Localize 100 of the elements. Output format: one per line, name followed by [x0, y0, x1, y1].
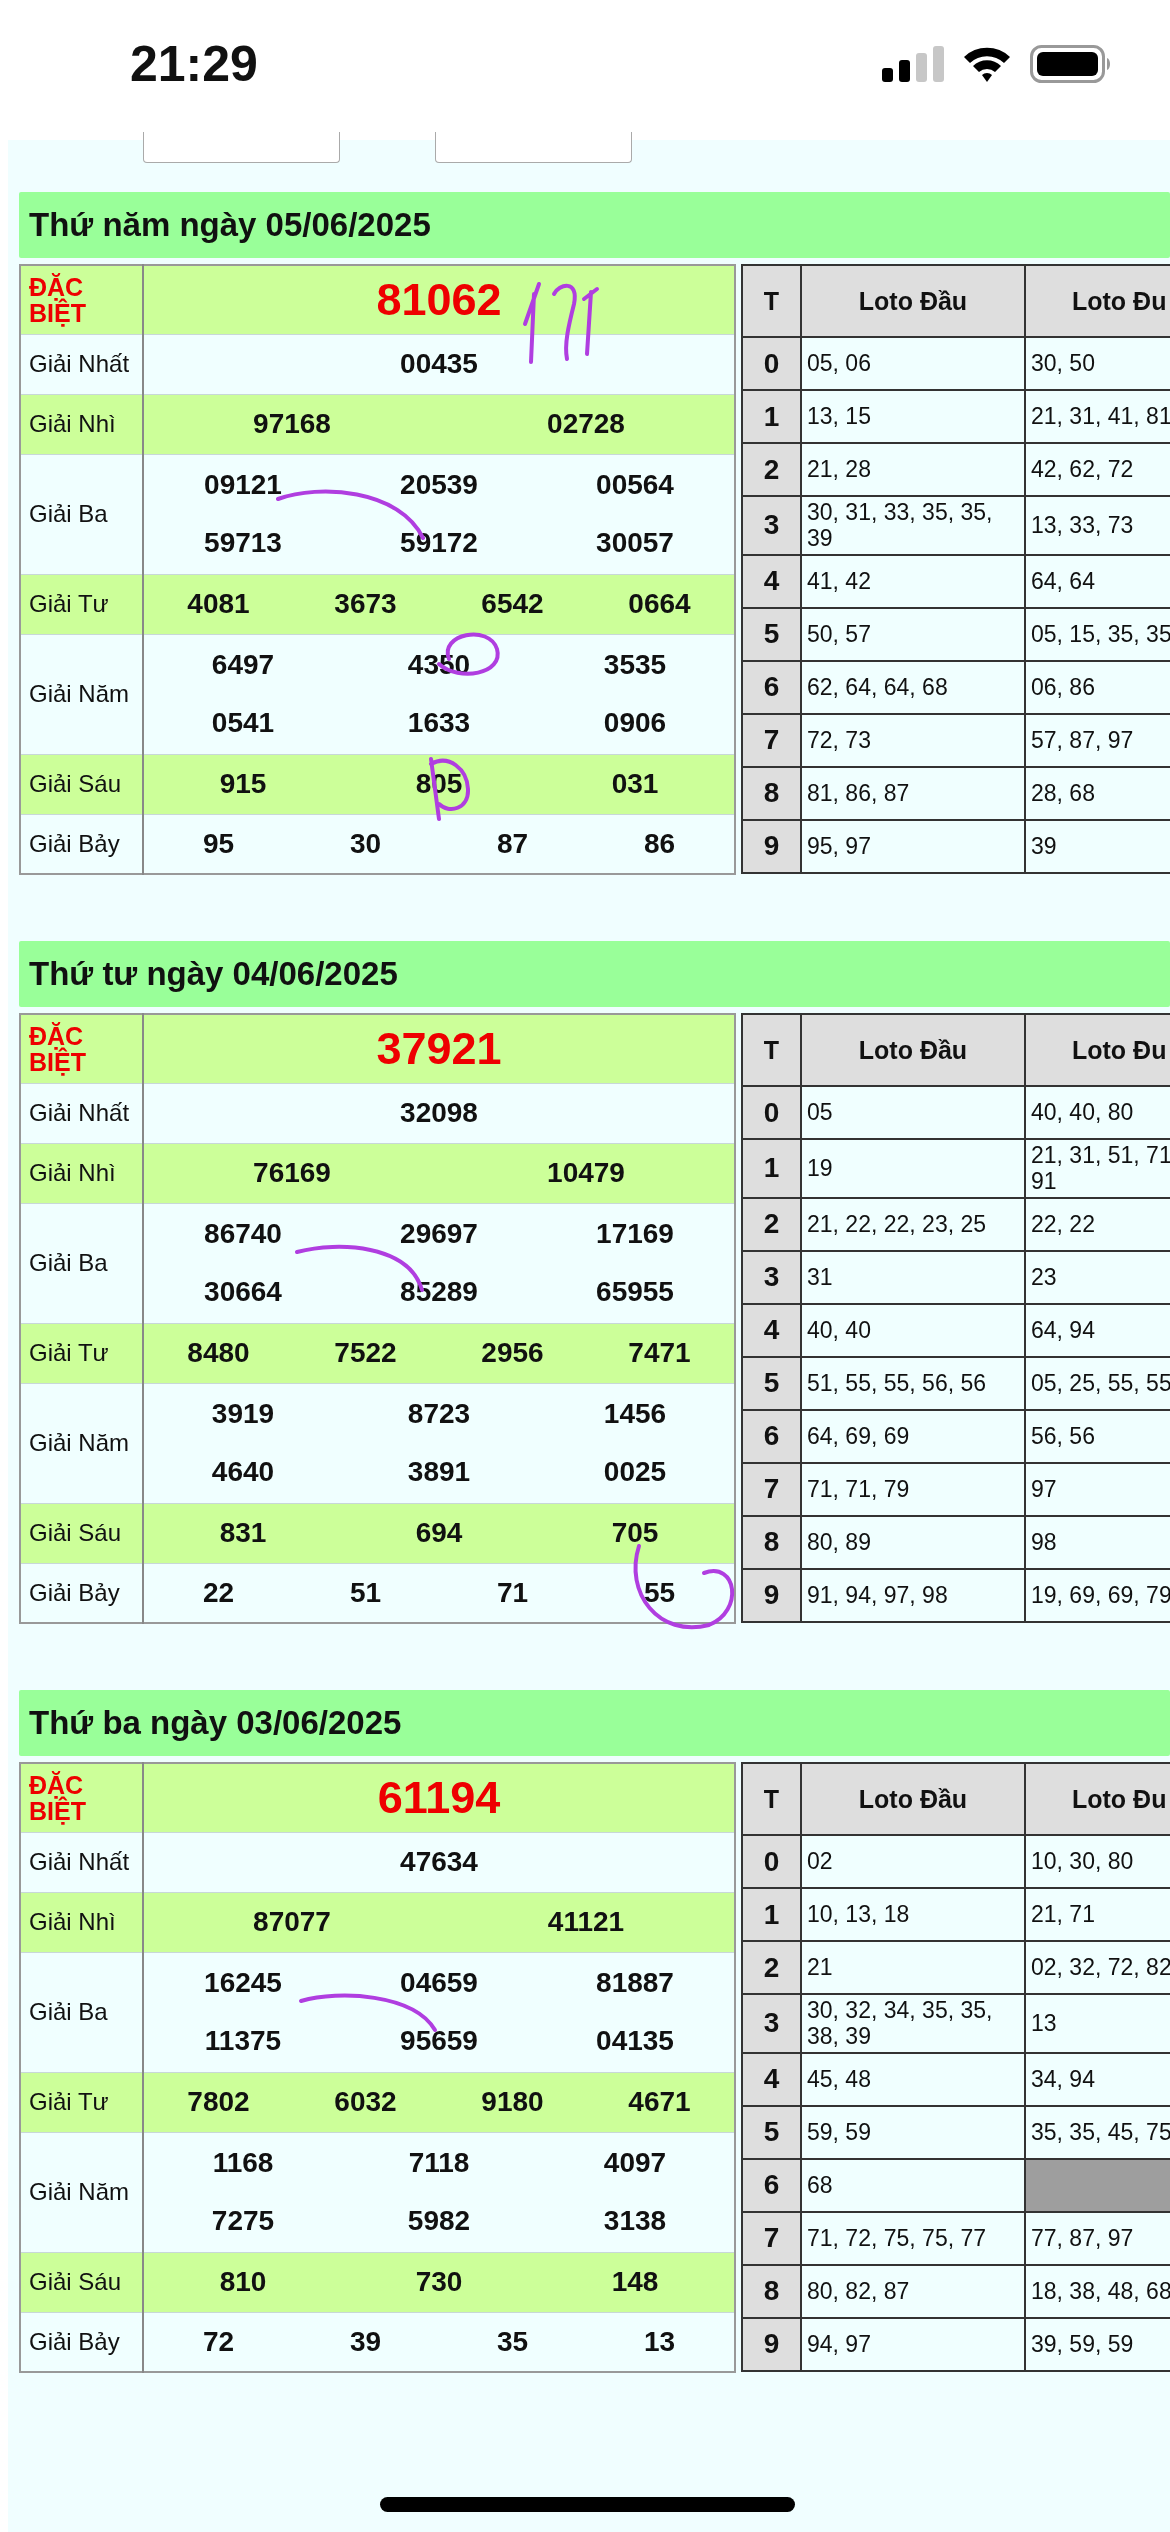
table-cell: 71, 71, 79: [801, 1462, 1025, 1516]
prize-number: 04135: [596, 2025, 674, 2057]
prize-number: 97168: [253, 408, 331, 440]
column-header: Loto Đu: [1025, 1014, 1170, 1086]
day-header: Thứ năm ngày 05/06/2025: [19, 192, 1170, 258]
table-cell: 31: [801, 1250, 1025, 1304]
table-cell: 21, 28: [801, 443, 1025, 496]
prize-number: 148: [611, 2266, 659, 2298]
prize-number: 95: [202, 827, 235, 860]
prize-number: 13: [643, 2325, 676, 2358]
table-cell: 98: [1025, 1515, 1170, 1569]
table-cell: 10, 13, 18: [801, 1888, 1025, 1941]
digit-cell: 3: [742, 496, 801, 555]
digit-cell: 0: [742, 1835, 801, 1888]
prize-number: 1456: [603, 1398, 667, 1430]
prize-number: 7522: [334, 1337, 397, 1369]
prize-number: 00435: [400, 348, 478, 380]
digit-cell: 7: [742, 2211, 801, 2265]
column-header: Loto Đu: [1025, 265, 1170, 337]
prize-number: 031: [611, 768, 659, 800]
table-cell: 13: [1025, 1994, 1170, 2053]
prize-number: 6032: [334, 2086, 397, 2118]
digit-cell: 0: [742, 337, 801, 390]
table-cell: 64, 69, 69: [801, 1409, 1025, 1463]
table-cell: 39: [1025, 819, 1170, 873]
prize-number: 17169: [596, 1218, 674, 1250]
digit-cell: 2: [742, 1941, 801, 1994]
table-cell: 97: [1025, 1462, 1170, 1516]
prize-number: 65955: [596, 1276, 674, 1308]
table-cell: 64, 64: [1025, 554, 1170, 608]
digit-cell: 5: [742, 1356, 801, 1410]
prize-number: 22: [202, 1576, 235, 1609]
table-cell: 62, 64, 64, 68: [801, 660, 1025, 714]
prize-number: 09121: [204, 469, 282, 501]
prize-number: 831: [219, 1517, 267, 1549]
prize-number: 86: [643, 827, 676, 860]
prize-number: 72: [202, 2325, 235, 2358]
digit-cell: 4: [742, 554, 801, 608]
prize-number: 41121: [547, 1906, 625, 1938]
column-header: T: [742, 1763, 801, 1835]
table-cell: 68: [801, 2158, 1025, 2212]
prize-number: 87: [496, 827, 529, 860]
signal-icon: [882, 46, 944, 82]
digit-cell: 9: [742, 2317, 801, 2371]
day-header: Thứ ba ngày 03/06/2025: [19, 1690, 1170, 1756]
table-cell: 40, 40: [801, 1303, 1025, 1357]
prize-number: 76169: [253, 1157, 331, 1189]
digit-cell: 2: [742, 443, 801, 496]
prize-number: 61194: [377, 1771, 501, 1824]
prize-number: 4081: [187, 588, 250, 620]
prize-number: 0541: [211, 707, 275, 739]
table-cell: 64, 94: [1025, 1303, 1170, 1357]
column-header: T: [742, 265, 801, 337]
prize-number: 0025: [603, 1456, 667, 1488]
digit-cell: 2: [742, 1197, 801, 1251]
prize-number: 3673: [334, 588, 397, 620]
prize-number: 1633: [407, 707, 471, 739]
table-cell: 05, 06: [801, 337, 1025, 390]
prize-number: 30: [349, 827, 382, 860]
prize-number: 35: [496, 2325, 529, 2358]
digit-cell: 0: [742, 1086, 801, 1139]
digit-cell: 4: [742, 1303, 801, 1357]
column-header: T: [742, 1014, 801, 1086]
prize-number: 10479: [547, 1157, 625, 1189]
table-cell: 18, 38, 48, 68: [1025, 2264, 1170, 2318]
table-cell: 05, 25, 55, 55: [1025, 1356, 1170, 1410]
prize-number: 47634: [400, 1846, 478, 1878]
column-header: Loto Đầu: [801, 1763, 1025, 1835]
prize-number: 6497: [211, 649, 275, 681]
table-cell: 30, 31, 33, 35, 35, 39: [801, 496, 1025, 555]
prize-number: 81887: [596, 1967, 674, 1999]
table-cell: 22, 22: [1025, 1197, 1170, 1251]
prize-number: 7802: [187, 2086, 250, 2118]
prize-number: 02728: [547, 408, 625, 440]
prize-number: 71: [496, 1576, 529, 1609]
date-field[interactable]: [435, 132, 632, 163]
prize-number: 694: [415, 1517, 463, 1549]
prize-number: 85289: [400, 1276, 478, 1308]
table-cell: 13, 15: [801, 390, 1025, 443]
table-cell: 77, 87, 97: [1025, 2211, 1170, 2265]
table-cell: 21, 71: [1025, 1888, 1170, 1941]
prize-number: 810: [219, 2266, 267, 2298]
wifi-icon: [962, 45, 1012, 83]
digit-cell: 5: [742, 2105, 801, 2159]
prize-number: 3891: [407, 1456, 471, 1488]
prize-number: 3138: [603, 2205, 667, 2237]
digit-cell: 7: [742, 1462, 801, 1516]
digit-cell: 9: [742, 819, 801, 873]
table-cell: 21: [801, 1941, 1025, 1994]
prize-number: 59172: [400, 527, 478, 559]
column-header: Loto Đầu: [801, 1014, 1025, 1086]
day-header: Thứ tư ngày 04/06/2025: [19, 941, 1170, 1007]
table-cell: 30, 50: [1025, 337, 1170, 390]
prize-number: 04659: [400, 1967, 478, 1999]
table-cell: 80, 82, 87: [801, 2264, 1025, 2318]
digit-cell: 1: [742, 1139, 801, 1198]
table-cell: 19, 69, 69, 79: [1025, 1568, 1170, 1622]
date-field[interactable]: [143, 132, 340, 163]
prize-number: 95659: [400, 2025, 478, 2057]
table-cell: 21, 31, 41, 81: [1025, 390, 1170, 443]
